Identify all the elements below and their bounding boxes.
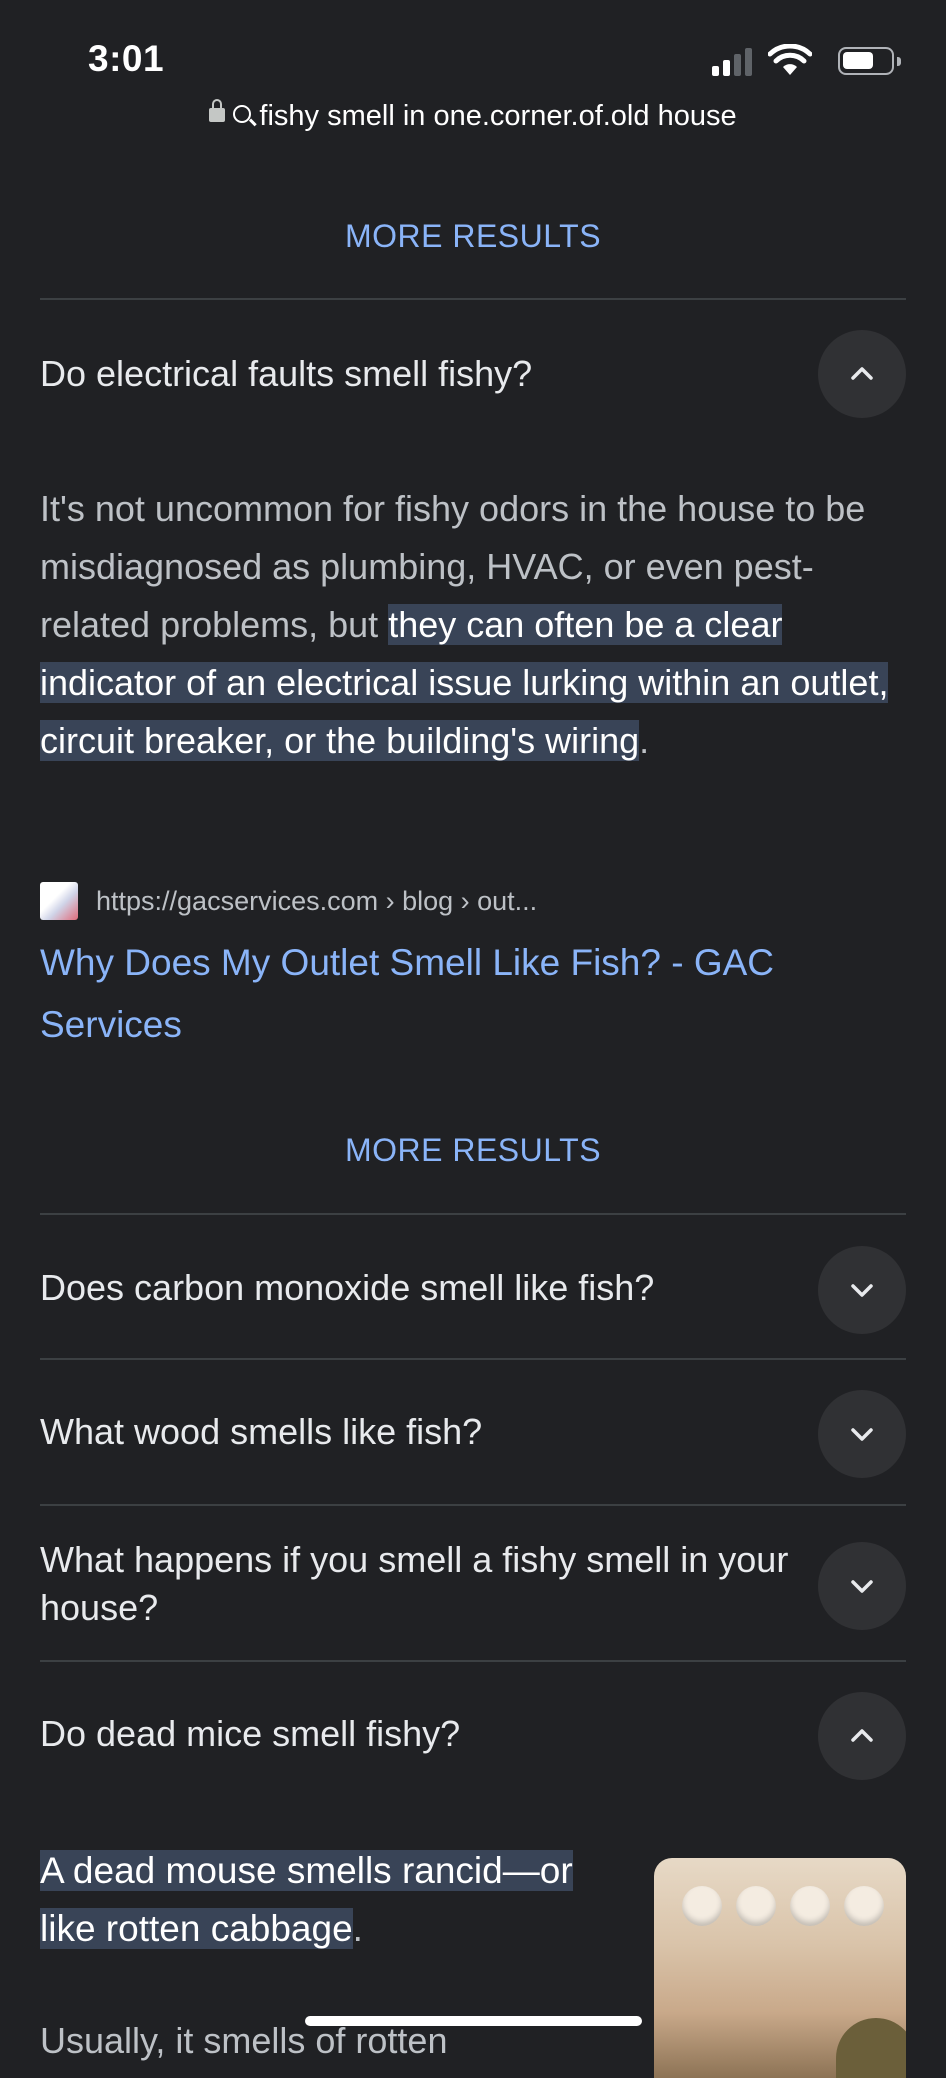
lock-icon <box>209 99 226 123</box>
expand-button[interactable] <box>818 1246 906 1334</box>
answer-highlight: A dead mouse smells rancid—or like rotte… <box>40 1850 573 1949</box>
question-row[interactable]: What wood smells like fish? <box>40 1390 906 1478</box>
question-row[interactable]: What happens if you smell a fishy smell … <box>40 1539 906 1630</box>
chevron-up-icon <box>851 1729 873 1742</box>
battery-icon <box>838 47 901 75</box>
question-text: Does carbon monoxide smell like fish? <box>40 1267 655 1308</box>
clock-time: 3:01 <box>88 38 165 79</box>
search-query[interactable]: fishy smell in one.corner.of.old house <box>259 100 736 132</box>
wifi-icon <box>768 44 812 75</box>
chevron-down-icon <box>851 1580 873 1593</box>
status-bar: 3:01 fishy smell in one.corner.of.old ho… <box>0 0 946 160</box>
home-indicator[interactable] <box>305 2016 642 2026</box>
search-icon <box>233 105 252 124</box>
answer-thumbnail-image[interactable] <box>654 1858 906 2078</box>
question-text: Do dead mice smell fishy? <box>40 1713 461 1754</box>
divider <box>40 1358 906 1360</box>
question-row[interactable]: Do electrical faults smell fishy? <box>40 330 906 420</box>
site-favicon <box>40 882 78 920</box>
question-text: Do electrical faults smell fishy? <box>40 353 533 394</box>
cellular-signal-icon <box>712 46 754 76</box>
collapse-button[interactable] <box>818 1692 906 1780</box>
question-text: What wood smells like fish? <box>40 1411 483 1452</box>
source-title-link[interactable]: Why Does My Outlet Smell Like Fish? - GA… <box>40 932 870 1056</box>
answer-tail: . <box>352 1908 363 1949</box>
chevron-down-icon <box>851 1428 873 1441</box>
more-results-button[interactable]: MORE RESULTS <box>0 218 946 255</box>
question-row[interactable]: Do dead mice smell fishy? <box>40 1692 906 1780</box>
divider <box>40 1660 906 1662</box>
chevron-down-icon <box>851 1284 873 1297</box>
chevron-up-icon <box>851 367 873 380</box>
question-text: What happens if you smell a fishy smell … <box>40 1539 789 1628</box>
status-icons <box>642 44 902 80</box>
answer-snippet: It's not uncommon for fishy odors in the… <box>40 480 910 770</box>
divider <box>40 1504 906 1506</box>
expand-button[interactable] <box>818 1542 906 1630</box>
divider <box>40 298 906 300</box>
expand-button[interactable] <box>818 1390 906 1478</box>
answer-snippet: A dead mouse smells rancid—or like rotte… <box>40 1842 630 1958</box>
collapse-button[interactable] <box>818 330 906 418</box>
divider <box>40 1213 906 1215</box>
more-results-button[interactable]: MORE RESULTS <box>0 1132 946 1169</box>
source-url[interactable]: https://gacservices.com › blog › out... <box>96 886 537 917</box>
url-bar[interactable]: fishy smell in one.corner.of.old house <box>0 99 946 140</box>
question-row[interactable]: Does carbon monoxide smell like fish? <box>40 1246 906 1334</box>
answer-tail: . <box>639 720 650 761</box>
